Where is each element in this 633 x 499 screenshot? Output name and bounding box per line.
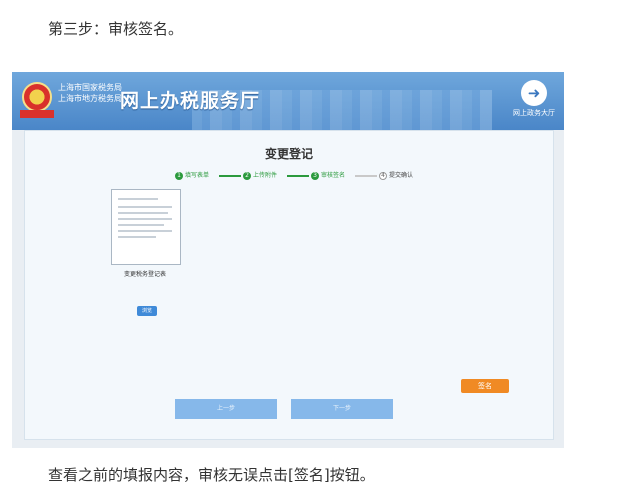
step-connector [355,175,377,177]
step-review-sign: 3 审核签名 [311,171,345,183]
step-connector [219,175,241,177]
previous-step-button[interactable]: 上一步 [175,399,277,419]
document-caption: 变更税务登记表 [123,271,166,278]
page-title: 变更登记 [264,147,313,161]
step-connector [287,175,309,177]
step-submit-confirm: 4 提交确认 [379,171,413,183]
step-upload-attachments: 2 上传附件 [243,171,277,183]
step-number: 2 [243,171,251,180]
doc-line [118,198,158,200]
instruction-note: 查看之前的填报内容，审核无误点击[签名]按钮。 [48,466,375,484]
doc-line [118,206,172,208]
portal-title: 网上办税服务厅 [120,90,261,112]
doc-line [118,212,168,214]
step-number: 3 [311,171,319,180]
document-thumbnail[interactable] [111,189,181,265]
bureau-names: 上海市国家税务局 上海市地方税务局 [58,82,122,104]
next-step-button[interactable]: 下一步 [291,399,393,419]
step-fill-form: 1 填写表单 [175,171,209,183]
doc-line [118,230,172,232]
doc-line [118,224,164,226]
doc-line [118,218,172,220]
tax-portal-screenshot: 上海市国家税务局 上海市地方税务局 网上办税服务厅 ➜ 网上政务大厅 变更登记 … [12,72,564,448]
step-label: 提交确认 [389,172,414,179]
step-number: 1 [175,171,183,180]
step-number: 4 [379,171,387,180]
change-registration-panel: 变更登记 1 填写表单 2 上传附件 3 审核签名 4 提交确认 变更税务登记表… [24,130,554,440]
bureau-name-national: 上海市国家税务局 [58,83,122,92]
instruction-heading: 第三步：审核签名。 [48,20,184,38]
tax-emblem-icon [22,82,52,112]
step-label: 填写表单 [185,172,210,179]
bureau-name-local: 上海市地方税务局 [58,94,122,103]
government-hall-label: 网上政务大厅 [513,109,555,117]
step-label: 上传附件 [253,172,278,179]
progress-steps: 1 填写表单 2 上传附件 3 审核签名 4 提交确认 [175,171,425,183]
portal-header: 上海市国家税务局 上海市地方税务局 网上办税服务厅 ➜ 网上政务大厅 [12,72,564,130]
step-label: 审核签名 [321,172,346,179]
doc-line [118,236,156,238]
emblem-ribbon [20,110,54,118]
view-button[interactable]: 浏览 [137,306,157,316]
sign-button[interactable]: 签名 [461,379,509,393]
government-hall-button[interactable]: ➜ 网上政务大厅 [512,80,556,118]
login-arrow-icon: ➜ [521,80,547,106]
